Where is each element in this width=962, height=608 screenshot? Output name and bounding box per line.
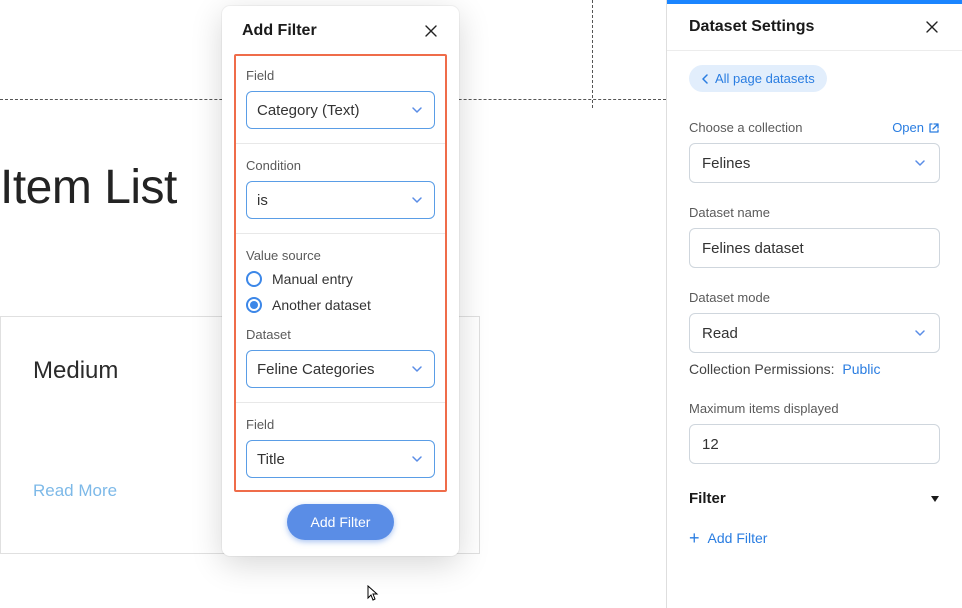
plus-icon: + bbox=[689, 529, 700, 547]
filter-section-label: Filter bbox=[689, 490, 726, 507]
field-label: Field bbox=[246, 68, 435, 83]
radio-icon bbox=[246, 271, 262, 287]
chevron-down-icon bbox=[913, 326, 927, 340]
field2-select[interactable]: Title bbox=[246, 440, 435, 478]
chevron-left-icon bbox=[701, 74, 709, 84]
dataset-settings-header: Dataset Settings bbox=[667, 4, 962, 51]
guide-line-v bbox=[592, 0, 593, 108]
dataset-mode-value: Read bbox=[702, 325, 913, 342]
condition-select[interactable]: is bbox=[246, 181, 435, 219]
max-items-label: Maximum items displayed bbox=[689, 401, 940, 416]
dataset-mode-select[interactable]: Read bbox=[689, 313, 940, 353]
dataset-settings-panel: Dataset Settings All page datasets Choos… bbox=[666, 0, 962, 608]
dataset-name-input[interactable] bbox=[702, 240, 927, 257]
dataset-name-input-wrap bbox=[689, 228, 940, 268]
chevron-down-icon bbox=[410, 193, 424, 207]
dataset-select[interactable]: Feline Categories bbox=[246, 350, 435, 388]
field-select-value: Category (Text) bbox=[257, 102, 410, 119]
collection-select-value: Felines bbox=[702, 155, 913, 172]
dataset-mode-label: Dataset mode bbox=[689, 290, 940, 305]
field2-select-value: Title bbox=[257, 451, 410, 468]
permissions-label: Collection Permissions: bbox=[689, 361, 835, 377]
chevron-down-icon bbox=[410, 452, 424, 466]
permissions-value-link[interactable]: Public bbox=[842, 361, 880, 377]
open-collection-link[interactable]: Open bbox=[892, 120, 940, 135]
collection-select[interactable]: Felines bbox=[689, 143, 940, 183]
back-all-datasets-link[interactable]: All page datasets bbox=[689, 65, 827, 92]
close-icon[interactable] bbox=[423, 23, 439, 39]
page-title: Item List bbox=[0, 160, 177, 215]
bg-read-more-link[interactable]: Read More bbox=[33, 481, 117, 501]
condition-select-value: is bbox=[257, 192, 410, 209]
add-filter-panel: Add Filter Field Category (Text) Conditi… bbox=[222, 6, 459, 556]
radio-manual-entry[interactable]: Manual entry bbox=[246, 271, 435, 287]
back-link-label: All page datasets bbox=[715, 71, 815, 86]
filter-config-highlight: Field Category (Text) Condition is Value… bbox=[234, 54, 447, 492]
chevron-down-icon bbox=[410, 362, 424, 376]
field2-label: Field bbox=[246, 417, 435, 432]
chevron-down-icon bbox=[410, 103, 424, 117]
chevron-down-icon bbox=[913, 156, 927, 170]
radio-another-dataset[interactable]: Another dataset bbox=[246, 297, 435, 313]
add-filter-submit-button[interactable]: Add Filter bbox=[287, 504, 395, 540]
add-filter-link[interactable]: + Add Filter bbox=[689, 521, 767, 547]
field-select[interactable]: Category (Text) bbox=[246, 91, 435, 129]
caret-down-icon bbox=[930, 494, 940, 504]
max-items-input[interactable] bbox=[702, 436, 927, 453]
radio-manual-label: Manual entry bbox=[272, 271, 353, 287]
dataset-select-value: Feline Categories bbox=[257, 361, 410, 378]
external-link-icon bbox=[928, 122, 940, 134]
close-icon[interactable] bbox=[924, 19, 940, 35]
collection-permissions-row: Collection Permissions: Public bbox=[689, 361, 940, 377]
add-filter-title: Add Filter bbox=[242, 22, 317, 40]
dataset-label: Dataset bbox=[246, 327, 435, 342]
open-link-label: Open bbox=[892, 120, 924, 135]
condition-label: Condition bbox=[246, 158, 435, 173]
radio-another-label: Another dataset bbox=[272, 297, 371, 313]
add-filter-link-label: Add Filter bbox=[708, 530, 768, 546]
max-items-input-wrap bbox=[689, 424, 940, 464]
collection-label: Choose a collection bbox=[689, 120, 802, 135]
add-filter-header: Add Filter bbox=[222, 6, 459, 54]
radio-icon bbox=[246, 297, 262, 313]
filter-section-toggle[interactable]: Filter bbox=[689, 486, 940, 521]
dataset-name-label: Dataset name bbox=[689, 205, 940, 220]
value-source-label: Value source bbox=[246, 248, 435, 263]
dataset-settings-title: Dataset Settings bbox=[689, 18, 814, 36]
